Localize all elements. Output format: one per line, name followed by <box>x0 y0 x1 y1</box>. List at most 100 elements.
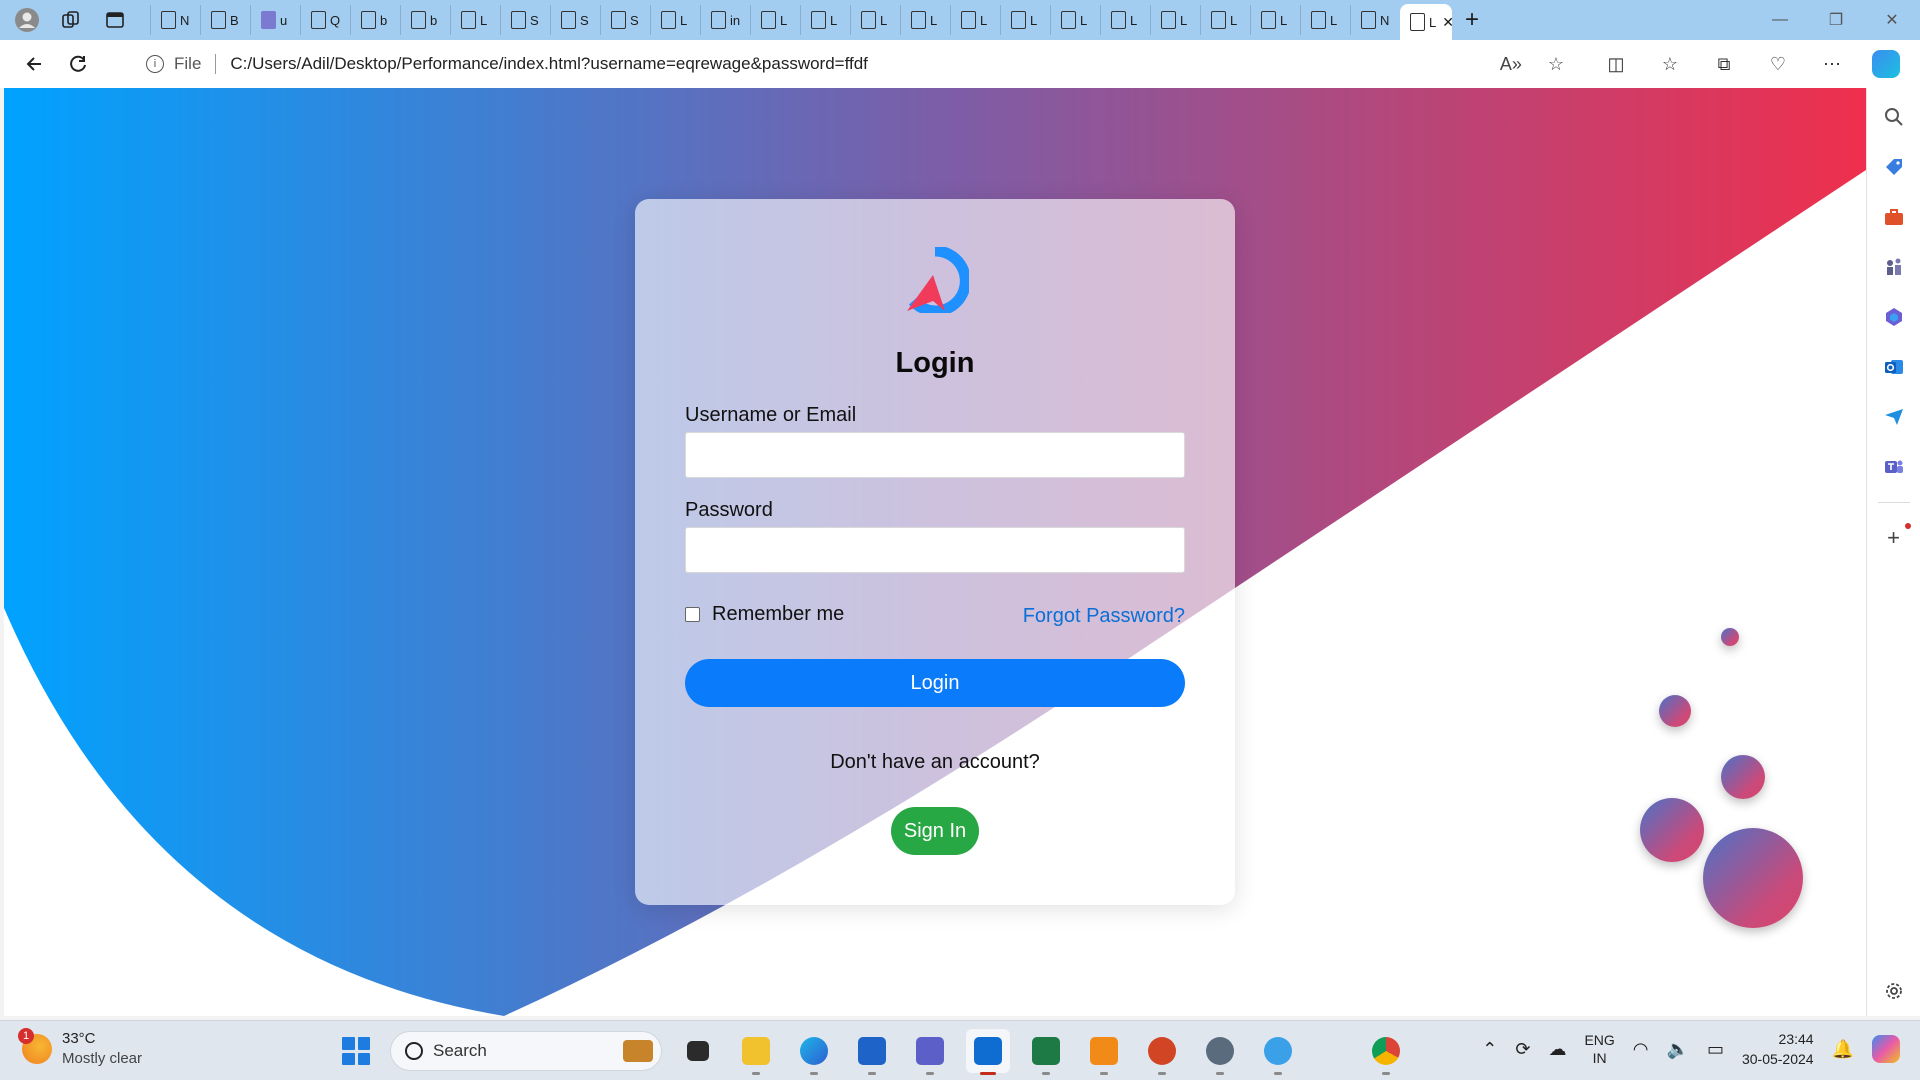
copilot-taskbar-icon[interactable] <box>1872 1035 1900 1063</box>
browser-tab[interactable]: in <box>700 5 750 35</box>
login-button[interactable]: Login <box>685 659 1185 707</box>
new-tab-button[interactable]: + <box>1452 0 1492 40</box>
language-indicator[interactable]: ENG IN <box>1584 1031 1614 1067</box>
close-tab-icon[interactable]: ✕ <box>1442 14 1452 31</box>
browser-tab[interactable]: Q <box>300 5 350 35</box>
teams-icon[interactable] <box>1879 452 1909 482</box>
sign-in-button[interactable]: Sign In <box>891 807 979 855</box>
onedrive-offline-icon[interactable]: ☁ <box>1548 1039 1566 1060</box>
back-button[interactable] <box>12 44 56 84</box>
browser-tab[interactable]: L <box>1000 5 1050 35</box>
tools-briefcase-icon[interactable] <box>1879 202 1909 232</box>
copilot-icon[interactable] <box>1872 50 1900 78</box>
browser-tab[interactable]: L <box>1250 5 1300 35</box>
browser-tab[interactable]: L <box>450 5 500 35</box>
outlook-taskbar-icon[interactable] <box>966 1029 1010 1075</box>
forgot-password-link[interactable]: Forgot Password? <box>1023 605 1185 628</box>
windows-start-icon[interactable] <box>336 1031 376 1071</box>
battery-icon[interactable]: ▭ <box>1707 1039 1724 1060</box>
rocket-logo-icon <box>907 247 969 313</box>
browser-tab[interactable]: L <box>1150 5 1200 35</box>
tab-label: L <box>1180 12 1188 28</box>
browser-tab[interactable]: b <box>400 5 450 35</box>
remember-me-checkbox[interactable] <box>685 607 700 622</box>
site-info-icon[interactable]: i <box>146 55 164 73</box>
browser-tab[interactable]: S <box>550 5 600 35</box>
teams-taskbar-icon[interactable] <box>908 1029 952 1075</box>
browser-tab[interactable]: L <box>1100 5 1150 35</box>
powerpoint-icon[interactable] <box>1140 1029 1184 1075</box>
tab-actions-icon[interactable] <box>100 5 130 35</box>
add-app-plus-icon[interactable]: + <box>1879 523 1911 553</box>
search-favicon-icon <box>361 11 376 29</box>
browser-tab[interactable]: L <box>900 5 950 35</box>
browser-tab[interactable]: L <box>650 5 700 35</box>
more-menu-icon[interactable]: ⋯ <box>1812 46 1852 82</box>
tab-label: L <box>1030 12 1038 28</box>
file-explorer-icon[interactable] <box>734 1029 778 1075</box>
browser-tab[interactable]: L <box>1300 5 1350 35</box>
windows-taskbar: 1 33°C Mostly clear Search ⌃ ⟳ ☁ ENG IN … <box>0 1020 1920 1080</box>
excel-icon[interactable] <box>1024 1029 1068 1075</box>
url-text[interactable]: C:/Users/Adil/Desktop/Performance/index.… <box>230 54 868 74</box>
active-browser-tab[interactable]: L ✕ <box>1400 4 1452 40</box>
browser-tab[interactable]: N <box>150 5 200 35</box>
send-drop-icon[interactable] <box>1879 402 1909 432</box>
collections-icon[interactable]: ⧉ <box>1704 46 1744 82</box>
profile-avatar-icon[interactable] <box>12 5 42 35</box>
page-favicon-icon <box>711 11 726 29</box>
outlook-icon[interactable] <box>1879 352 1909 382</box>
volume-icon[interactable]: 🔈 <box>1667 1039 1689 1060</box>
close-window-icon[interactable]: ✕ <box>1864 0 1920 40</box>
minimize-icon[interactable]: — <box>1752 0 1808 40</box>
read-aloud-icon[interactable]: A» <box>1500 54 1522 75</box>
refresh-button[interactable] <box>56 44 100 84</box>
sync-icon[interactable]: ⟳ <box>1515 1039 1530 1060</box>
task-view-icon[interactable] <box>676 1029 720 1073</box>
browser-tab[interactable]: N <box>1350 5 1400 35</box>
page-favicon-icon <box>861 11 876 29</box>
browser-tab[interactable]: B <box>200 5 250 35</box>
microsoft-store-icon[interactable] <box>850 1029 894 1075</box>
browser-tab[interactable]: L <box>800 5 850 35</box>
browser-tab[interactable]: u <box>250 5 300 35</box>
browser-tab[interactable]: L <box>1200 5 1250 35</box>
address-bar[interactable]: i File C:/Users/Adil/Desktop/Performance… <box>124 46 1584 82</box>
microsoft-365-icon[interactable] <box>1879 302 1909 332</box>
shopping-tag-icon[interactable] <box>1879 152 1909 182</box>
browser-tab[interactable]: L <box>850 5 900 35</box>
chrome-icon[interactable] <box>1364 1029 1408 1075</box>
notification-bell-icon[interactable]: 🔔 <box>1832 1039 1854 1060</box>
page-favicon-icon <box>511 11 526 29</box>
games-chess-icon[interactable] <box>1879 252 1909 282</box>
browser-tab[interactable]: b <box>350 5 400 35</box>
browser-tab[interactable]: L <box>1050 5 1100 35</box>
restore-icon[interactable]: ❐ <box>1808 0 1864 40</box>
password-label: Password <box>685 499 773 521</box>
weather-widget[interactable]: 1 33°C Mostly clear <box>18 1028 142 1069</box>
browser-tab[interactable]: S <box>600 5 650 35</box>
workspaces-icon[interactable] <box>56 5 86 35</box>
username-input[interactable] <box>685 432 1185 478</box>
image-favicon-icon <box>261 11 276 29</box>
favorite-star-icon[interactable]: ☆ <box>1548 54 1564 75</box>
clock-time: 23:44 <box>1778 1031 1814 1047</box>
sublime-text-icon[interactable] <box>1082 1029 1126 1075</box>
network-globe-icon[interactable] <box>1256 1029 1300 1075</box>
favorites-icon[interactable]: ☆ <box>1650 46 1690 82</box>
browser-tab[interactable]: L <box>750 5 800 35</box>
browser-tab[interactable]: S <box>500 5 550 35</box>
password-input[interactable] <box>685 527 1185 573</box>
edge-browser-icon[interactable] <box>792 1029 836 1075</box>
search-icon[interactable] <box>1879 102 1909 132</box>
clock[interactable]: 23:44 30-05-2024 <box>1742 1029 1814 1069</box>
split-screen-icon[interactable]: ◫ <box>1596 46 1636 82</box>
browser-essentials-icon[interactable]: ♡ <box>1758 46 1798 82</box>
wifi-icon[interactable]: ◠ <box>1633 1039 1649 1060</box>
settings-gear-icon[interactable] <box>1198 1029 1242 1075</box>
browser-tab[interactable]: L <box>950 5 1000 35</box>
tab-label: L <box>830 12 838 28</box>
chevron-up-icon[interactable]: ⌃ <box>1482 1039 1497 1060</box>
taskbar-search[interactable]: Search <box>390 1031 662 1071</box>
sidebar-settings-gear-icon[interactable] <box>1879 976 1909 1006</box>
